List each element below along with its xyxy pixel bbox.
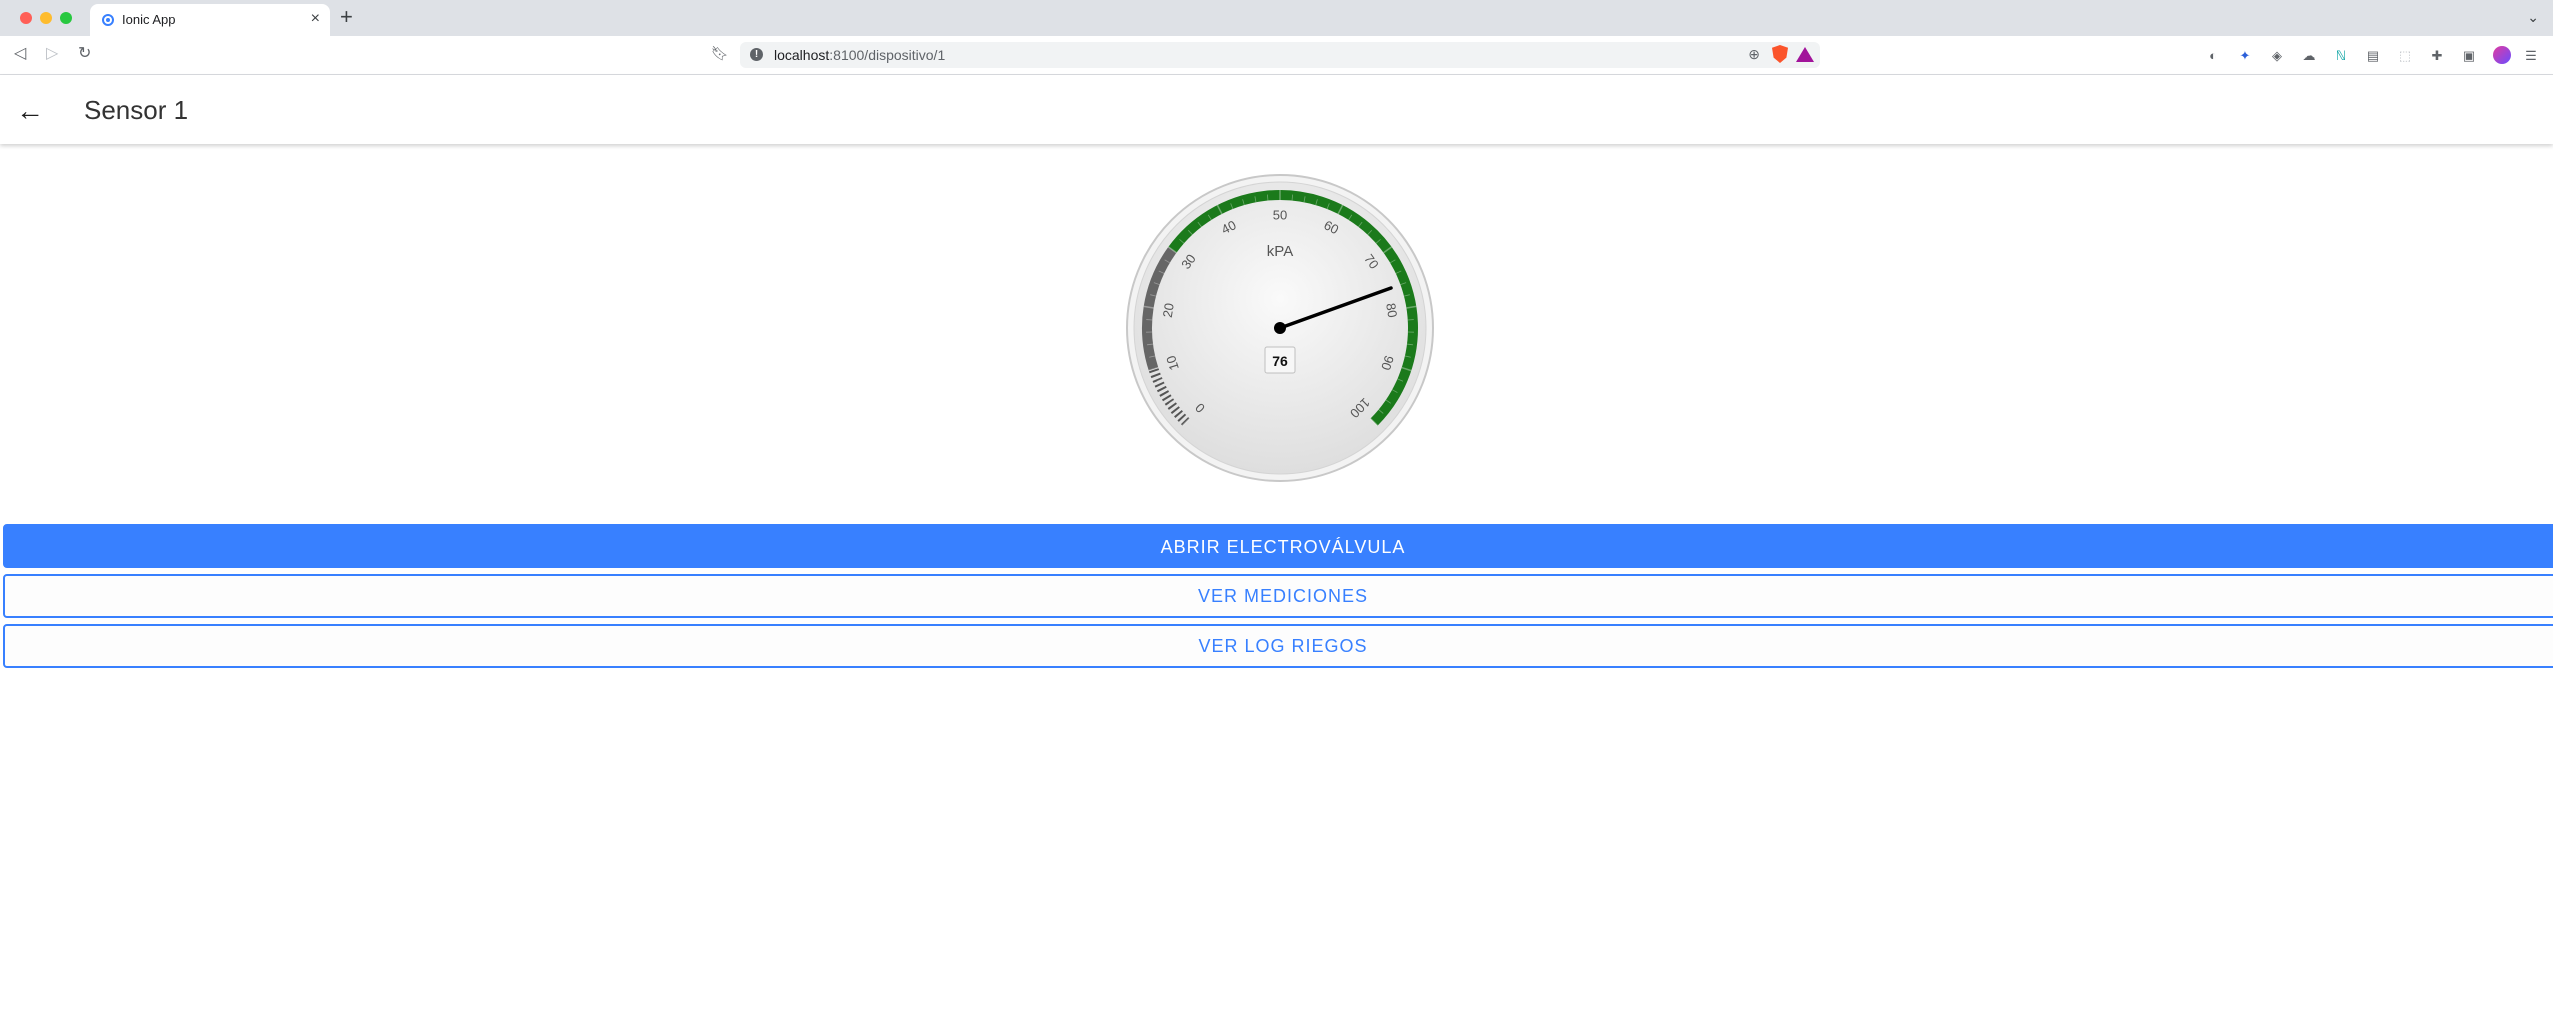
address-url[interactable]: localhost:8100/dispositivo/1 bbox=[774, 47, 945, 63]
tab-title: Ionic App bbox=[122, 12, 176, 27]
gauge-value: 76 bbox=[1272, 353, 1288, 369]
forward-nav-icon[interactable]: ▷ bbox=[46, 44, 58, 64]
ionic-favicon-icon bbox=[102, 14, 114, 26]
browser-tab[interactable]: Ionic App × bbox=[90, 4, 330, 36]
open-valve-button[interactable]: ABRIR ELECTROVÁLVULA bbox=[3, 524, 2553, 568]
puzzle-extensions-icon[interactable]: ✚ bbox=[2429, 48, 2445, 64]
browser-tab-bar: Ionic App × + ⌄ bbox=[0, 0, 2553, 36]
browser-toolbar: ◁ ▷ ↻ 🔖︎ ! localhost:8100/dispositivo/1 … bbox=[0, 36, 2553, 75]
view-measurements-button[interactable]: VER MEDICIONES bbox=[3, 574, 2553, 618]
minimize-window-button[interactable] bbox=[40, 12, 52, 24]
gauge-needle-hub bbox=[1274, 322, 1286, 334]
close-tab-icon[interactable]: × bbox=[311, 10, 320, 28]
reload-icon[interactable]: ↻ bbox=[78, 44, 91, 64]
gauge-tick bbox=[1266, 194, 1269, 201]
app-header: ← Sensor 1 bbox=[0, 75, 2553, 144]
extension-icon[interactable]: ◐ bbox=[2205, 48, 2221, 64]
extension-icon[interactable]: ◈ bbox=[2269, 48, 2285, 64]
zoom-window-button[interactable] bbox=[60, 12, 72, 24]
brave-shield-icon[interactable] bbox=[1772, 45, 1788, 63]
menu-icon[interactable]: ☰ bbox=[2523, 48, 2539, 64]
extension-icon[interactable]: ⬚ bbox=[2397, 48, 2413, 64]
gauge-tick-label: 80 bbox=[1383, 302, 1400, 319]
back-nav-icon[interactable]: ◁ bbox=[14, 44, 26, 64]
brave-rewards-icon[interactable] bbox=[1796, 47, 1814, 62]
extension-icon[interactable]: ℕ bbox=[2333, 48, 2349, 64]
bookmark-icon[interactable]: 🔖︎ bbox=[711, 45, 729, 62]
cloud-extension-icon[interactable]: ☁ bbox=[2301, 48, 2317, 64]
zoom-icon[interactable]: ⊕ bbox=[1748, 46, 1760, 63]
back-arrow-icon[interactable]: ← bbox=[10, 91, 50, 131]
gauge-unit-label: kPA bbox=[1267, 243, 1293, 260]
extension-icon[interactable]: ▤ bbox=[2365, 48, 2381, 64]
new-tab-icon[interactable]: + bbox=[340, 6, 353, 28]
extension-icon[interactable]: ✦ bbox=[2237, 48, 2253, 64]
wallet-icon[interactable]: ▣ bbox=[2461, 48, 2477, 64]
gauge-tick-label: 50 bbox=[1273, 207, 1287, 222]
close-window-button[interactable] bbox=[20, 12, 32, 24]
view-irrigation-log-button[interactable]: VER LOG RIEGOS bbox=[3, 624, 2553, 668]
gauge-tick bbox=[1291, 194, 1294, 201]
gauge-tick-label: 20 bbox=[1160, 302, 1177, 319]
tab-search-chevron-icon[interactable]: ⌄ bbox=[2527, 9, 2539, 26]
page-title: Sensor 1 bbox=[84, 95, 189, 125]
site-info-icon[interactable]: ! bbox=[750, 48, 763, 61]
address-bar[interactable]: ! localhost:8100/dispositivo/1 ⊕ bbox=[740, 42, 1820, 68]
profile-avatar[interactable] bbox=[2493, 46, 2511, 64]
pressure-gauge: 0102030405060708090100 kPA 76 bbox=[1126, 174, 1434, 482]
